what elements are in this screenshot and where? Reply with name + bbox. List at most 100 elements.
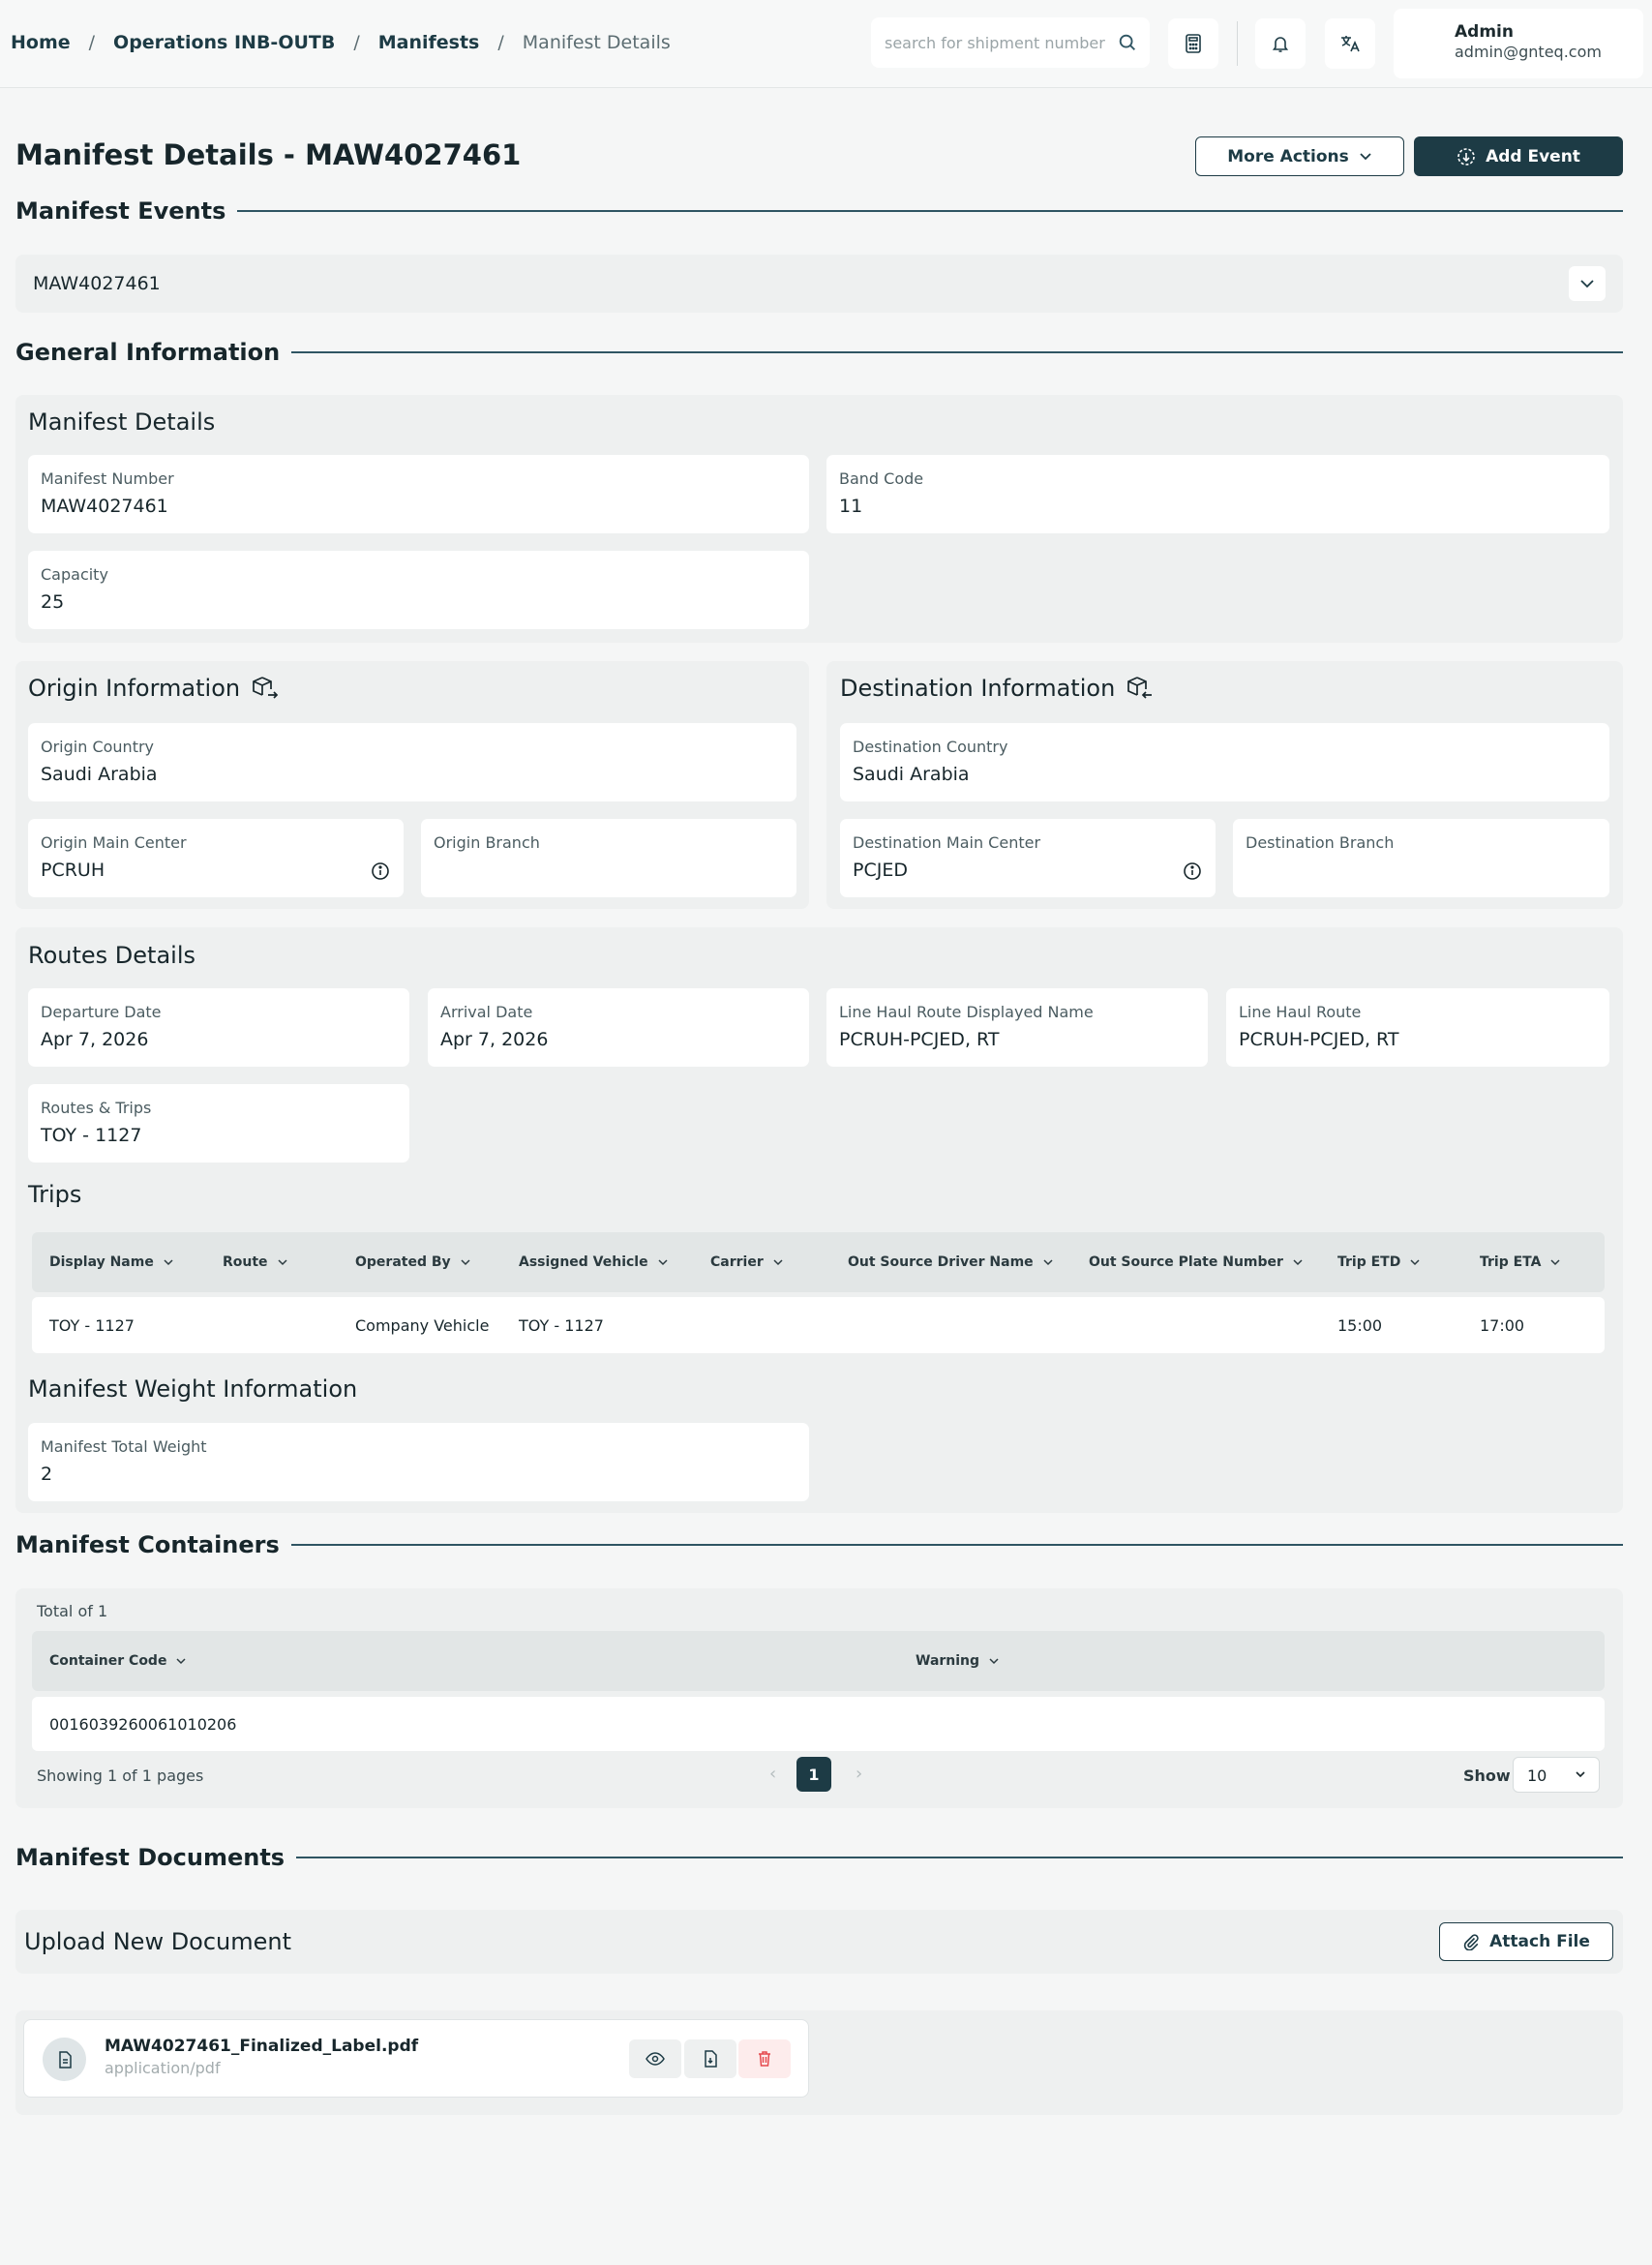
breadcrumb-separator: / [497, 32, 504, 53]
arrival-date-field: Arrival Date Apr 7, 2026 [428, 988, 809, 1067]
field-label: Destination Main Center [853, 833, 1041, 852]
view-document-button[interactable] [629, 2039, 681, 2078]
package-outgoing-icon [253, 677, 279, 699]
routes-trips-field: Routes & Trips TOY - 1127 [28, 1084, 409, 1163]
more-actions-button[interactable]: More Actions [1195, 136, 1404, 176]
page-title: Manifest Details - MAW4027461 [15, 138, 522, 171]
section-title: Manifest Events [15, 197, 226, 225]
upload-heading: Upload New Document [24, 1928, 292, 1955]
top-bar: Home / Operations INB-OUTB / Manifests /… [0, 0, 1652, 88]
event-selected-value: MAW4027461 [33, 273, 161, 294]
line-haul-display-name-field: Line Haul Route Displayed Name PCRUH-PCJ… [826, 988, 1208, 1067]
column-warning[interactable]: Warning [916, 1631, 999, 1691]
attach-file-button[interactable]: Attach File [1439, 1922, 1613, 1961]
column-trip-eta[interactable]: Trip ETA [1480, 1232, 1561, 1292]
add-event-button[interactable]: Add Event [1414, 136, 1623, 176]
table-row[interactable]: TOY - 1127 Company Vehicle TOY - 1127 15… [32, 1297, 1605, 1353]
column-out-source-driver[interactable]: Out Source Driver Name [848, 1232, 1053, 1292]
page-button-current[interactable]: 1 [796, 1757, 831, 1792]
download-document-button[interactable] [684, 2039, 736, 2078]
breadcrumb: Home / Operations INB-OUTB / Manifests /… [11, 32, 671, 53]
band-code-field: Band Code 11 [826, 455, 1609, 533]
user-profile[interactable]: Admin admin@gnteq.com [1394, 9, 1643, 78]
field-label: Destination Branch [1246, 833, 1395, 852]
breadcrumb-manifests[interactable]: Manifests [378, 32, 480, 53]
add-event-icon [1457, 147, 1475, 166]
sort-chevron-icon [989, 1657, 999, 1664]
sort-chevron-icon [164, 1258, 173, 1265]
line-haul-route-field: Line Haul Route PCRUH-PCJED, RT [1226, 988, 1609, 1067]
field-value: Saudi Arabia [853, 764, 970, 785]
sort-chevron-icon [1550, 1258, 1561, 1265]
translate-icon [1341, 36, 1360, 52]
table-row[interactable]: 0016039260061010206 [32, 1697, 1605, 1751]
search-box [871, 17, 1150, 68]
toolbar-divider [1237, 21, 1238, 66]
section-title: General Information [15, 339, 281, 366]
field-label: Capacity [41, 565, 108, 584]
column-operated-by[interactable]: Operated By [355, 1232, 470, 1292]
language-button[interactable] [1325, 18, 1375, 69]
sort-chevron-icon [176, 1657, 186, 1664]
cell-display-name: TOY - 1127 [49, 1315, 135, 1335]
page-size-select[interactable]: 10 [1513, 1757, 1600, 1793]
origin-branch-field: Origin Branch [421, 819, 796, 897]
column-assigned-vehicle[interactable]: Assigned Vehicle [519, 1232, 668, 1292]
section-title: Manifest Documents [15, 1844, 285, 1871]
breadcrumb-operations[interactable]: Operations INB-OUTB [113, 32, 335, 53]
column-container-code[interactable]: Container Code [49, 1631, 186, 1691]
info-icon[interactable] [1183, 861, 1202, 881]
column-display-name[interactable]: Display Name [49, 1232, 173, 1292]
field-value: Apr 7, 2026 [41, 1029, 149, 1050]
containers-table-header: Container Code Warning [32, 1631, 1605, 1691]
routes-heading: Routes Details [28, 942, 196, 969]
field-label: Manifest Total Weight [41, 1437, 207, 1456]
column-carrier[interactable]: Carrier [710, 1232, 783, 1292]
sort-chevron-icon [1293, 1258, 1303, 1265]
field-value: MAW4027461 [41, 496, 168, 517]
field-value: Saudi Arabia [41, 764, 158, 785]
calculator-button[interactable] [1168, 18, 1218, 69]
file-download-icon [705, 2050, 717, 2068]
destination-country-field: Destination Country Saudi Arabia [840, 723, 1609, 801]
field-label: Arrival Date [440, 1003, 533, 1021]
info-icon[interactable] [371, 861, 390, 881]
pagination-summary: Showing 1 of 1 pages [37, 1767, 204, 1785]
chevron-down-icon [1580, 280, 1594, 288]
field-label: Routes & Trips [41, 1099, 152, 1117]
search-input[interactable] [885, 31, 1107, 54]
section-divider [237, 210, 1623, 212]
search-icon[interactable] [1117, 32, 1138, 53]
page-size-value: 10 [1527, 1767, 1547, 1785]
document-card: MAW4027461_Finalized_Label.pdf applicati… [23, 2019, 809, 2098]
field-label: Origin Country [41, 738, 155, 756]
column-trip-etd[interactable]: Trip ETD [1337, 1232, 1420, 1292]
cell-container-code: 0016039260061010206 [49, 1714, 237, 1734]
expand-events-button[interactable] [1569, 266, 1606, 301]
destination-heading: Destination Information [840, 675, 1154, 702]
field-label: Origin Branch [434, 833, 540, 852]
sort-chevron-icon [658, 1258, 668, 1265]
column-route[interactable]: Route [223, 1232, 287, 1292]
field-label: Departure Date [41, 1003, 162, 1021]
trips-heading: Trips [28, 1181, 82, 1208]
field-value: PCRUH-PCJED, RT [839, 1029, 1000, 1050]
sort-chevron-icon [1043, 1258, 1053, 1265]
prev-page-icon[interactable]: ‹ [769, 1764, 776, 1784]
event-select[interactable]: MAW4027461 [15, 255, 1623, 313]
add-event-label: Add Event [1486, 146, 1580, 166]
destination-main-center-field: Destination Main Center PCJED [840, 819, 1216, 897]
eye-icon [646, 2052, 665, 2066]
delete-document-button[interactable] [738, 2039, 791, 2078]
breadcrumb-home[interactable]: Home [11, 32, 71, 53]
manifest-number-field: Manifest Number MAW4027461 [28, 455, 809, 533]
page-size-label: Show [1463, 1767, 1511, 1785]
user-email: admin@gnteq.com [1455, 43, 1602, 61]
column-out-source-plate[interactable]: Out Source Plate Number [1089, 1232, 1303, 1292]
section-divider [291, 351, 1623, 353]
next-page-icon[interactable]: › [856, 1764, 862, 1784]
section-divider [296, 1857, 1623, 1858]
notifications-button[interactable] [1255, 18, 1306, 69]
sort-chevron-icon [278, 1258, 287, 1265]
bell-icon [1272, 37, 1289, 52]
